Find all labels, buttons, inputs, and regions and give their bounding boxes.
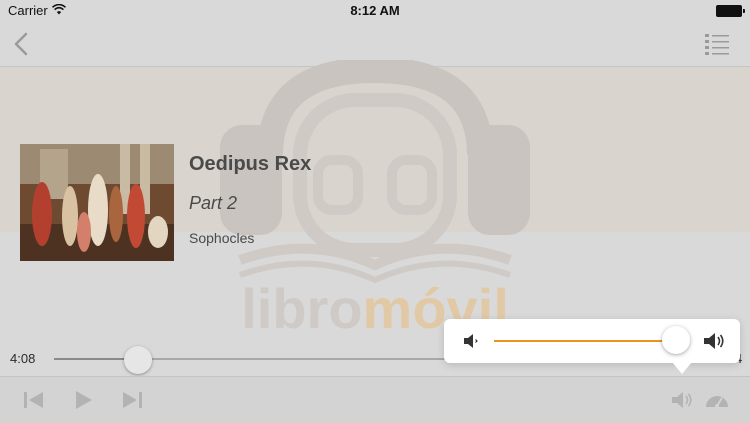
volume-thumb[interactable] — [662, 326, 691, 354]
speaker-icon[interactable] — [670, 389, 694, 411]
volume-fill — [494, 340, 677, 342]
book-author: Sophocles — [189, 230, 255, 246]
list-icon[interactable] — [704, 31, 730, 57]
volume-popover — [444, 319, 740, 363]
skip-back-icon[interactable] — [22, 389, 46, 411]
status-bar: Carrier 8:12 AM — [0, 0, 750, 22]
chevron-left-icon[interactable] — [10, 31, 34, 57]
skip-forward-icon[interactable] — [120, 389, 144, 411]
volume-min-icon — [464, 334, 478, 348]
book-part: Part 2 — [189, 193, 238, 213]
volume-max-icon — [704, 333, 724, 349]
play-icon[interactable] — [72, 389, 96, 411]
cover-art-image — [20, 144, 174, 261]
elapsed-time: 4:08 — [10, 351, 36, 366]
popover-arrow — [672, 362, 692, 374]
volume-slider[interactable] — [494, 340, 684, 342]
status-clock: 8:12 AM — [350, 3, 400, 18]
progress-thumb[interactable] — [123, 346, 152, 374]
player-toolbar — [0, 376, 750, 423]
libromovil-logo: libromóvil — [220, 60, 530, 340]
speedometer-icon[interactable] — [704, 389, 730, 411]
book-title: Oedipus Rex — [189, 153, 312, 175]
battery-icon — [716, 5, 745, 17]
watermark-prefix: libro — [241, 277, 362, 340]
